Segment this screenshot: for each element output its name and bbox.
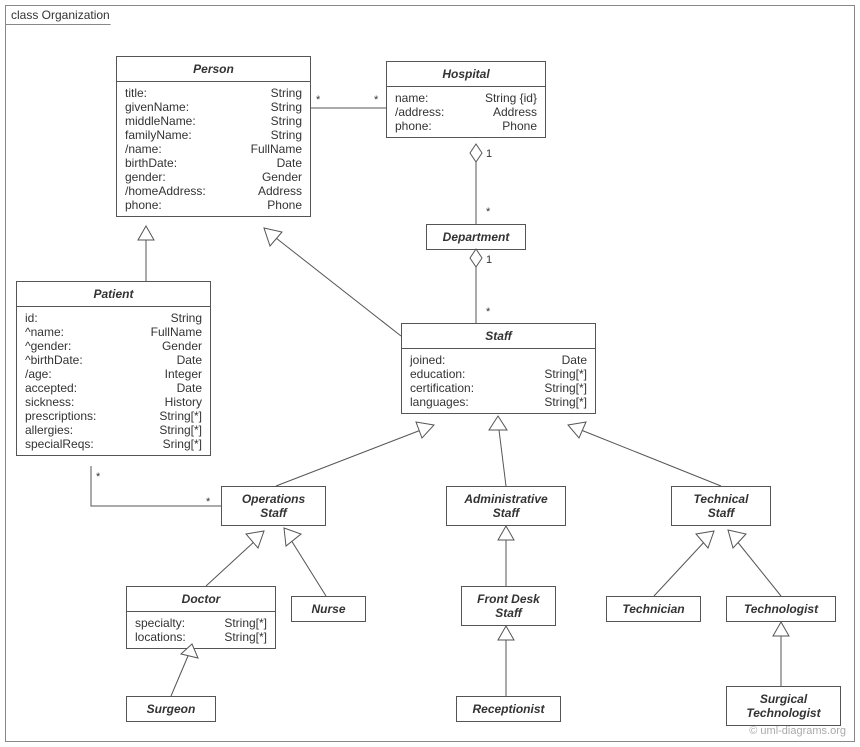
class-tech-staff: TechnicalStaff xyxy=(671,486,771,526)
attribute-row: ^birthDate:Date xyxy=(25,353,202,367)
mult: * xyxy=(486,306,490,318)
class-title: TechnicalStaff xyxy=(672,487,770,525)
class-technician: Technician xyxy=(606,596,701,622)
attribute-row: givenName:String xyxy=(125,100,302,114)
mult: * xyxy=(374,94,378,106)
class-surgicaltech: SurgicalTechnologist xyxy=(726,686,841,726)
watermark: © uml-diagrams.org xyxy=(749,725,846,737)
frame-label: class Organization xyxy=(5,5,129,25)
mult: 1 xyxy=(486,148,492,160)
class-ops-staff: OperationsStaff xyxy=(221,486,326,526)
class-frontdesk: Front DeskStaff xyxy=(461,586,556,626)
mult: * xyxy=(316,94,320,106)
attribute-row: languages:String[*] xyxy=(410,395,587,409)
attribute-row: /name:FullName xyxy=(125,142,302,156)
organization-frame: class Organization Person title:Stringgi… xyxy=(5,5,855,742)
attribute-row: phone:Phone xyxy=(125,198,302,212)
attribute-row: gender:Gender xyxy=(125,170,302,184)
attribute-row: phone:Phone xyxy=(395,119,537,133)
class-title: Department xyxy=(427,225,525,249)
mult: * xyxy=(96,471,100,483)
attribute-row: /address:Address xyxy=(395,105,537,119)
attribute-row: /age:Integer xyxy=(25,367,202,381)
class-title: SurgicalTechnologist xyxy=(727,687,840,725)
class-title: Doctor xyxy=(127,587,275,612)
attribute-row: specialReqs:Sring[*] xyxy=(25,437,202,451)
class-title: Technician xyxy=(607,597,700,621)
class-title: Person xyxy=(117,57,310,82)
attribute-row: title:String xyxy=(125,86,302,100)
class-receptionist: Receptionist xyxy=(456,696,561,722)
class-doctor: Doctor specialty:String[*]locations:Stri… xyxy=(126,586,276,649)
class-person: Person title:StringgivenName:Stringmiddl… xyxy=(116,56,311,217)
class-patient: Patient id:String^name:FullName^gender:G… xyxy=(16,281,211,456)
attribute-row: name:String {id} xyxy=(395,91,537,105)
class-admin-staff: AdministrativeStaff xyxy=(446,486,566,526)
attribute-row: education:String[*] xyxy=(410,367,587,381)
class-title: Technologist xyxy=(727,597,835,621)
attribute-row: birthDate:Date xyxy=(125,156,302,170)
attribute-row: ^name:FullName xyxy=(25,325,202,339)
class-title: OperationsStaff xyxy=(222,487,325,525)
attribute-row: /homeAddress:Address xyxy=(125,184,302,198)
class-hospital: Hospital name:String {id}/address:Addres… xyxy=(386,61,546,138)
class-staff: Staff joined:Dateeducation:String[*]cert… xyxy=(401,323,596,414)
class-title: Receptionist xyxy=(457,697,560,721)
class-title: Patient xyxy=(17,282,210,307)
attribute-row: certification:String[*] xyxy=(410,381,587,395)
attribute-row: id:String xyxy=(25,311,202,325)
mult: * xyxy=(206,496,210,508)
attribute-row: middleName:String xyxy=(125,114,302,128)
class-title: Staff xyxy=(402,324,595,349)
attribute-row: accepted:Date xyxy=(25,381,202,395)
class-nurse: Nurse xyxy=(291,596,366,622)
class-title: Surgeon xyxy=(127,697,215,721)
class-technologist: Technologist xyxy=(726,596,836,622)
class-title: Nurse xyxy=(292,597,365,621)
attribute-row: allergies:String[*] xyxy=(25,423,202,437)
mult: * xyxy=(486,206,490,218)
mult: 1 xyxy=(486,254,492,266)
class-title: Front DeskStaff xyxy=(462,587,555,625)
attribute-row: sickness:History xyxy=(25,395,202,409)
class-title: Hospital xyxy=(387,62,545,87)
attribute-row: prescriptions:String[*] xyxy=(25,409,202,423)
attribute-row: locations:String[*] xyxy=(135,630,267,644)
class-department: Department xyxy=(426,224,526,250)
attribute-row: familyName:String xyxy=(125,128,302,142)
attribute-row: ^gender:Gender xyxy=(25,339,202,353)
attribute-row: joined:Date xyxy=(410,353,587,367)
attribute-row: specialty:String[*] xyxy=(135,616,267,630)
class-title: AdministrativeStaff xyxy=(447,487,565,525)
class-surgeon: Surgeon xyxy=(126,696,216,722)
